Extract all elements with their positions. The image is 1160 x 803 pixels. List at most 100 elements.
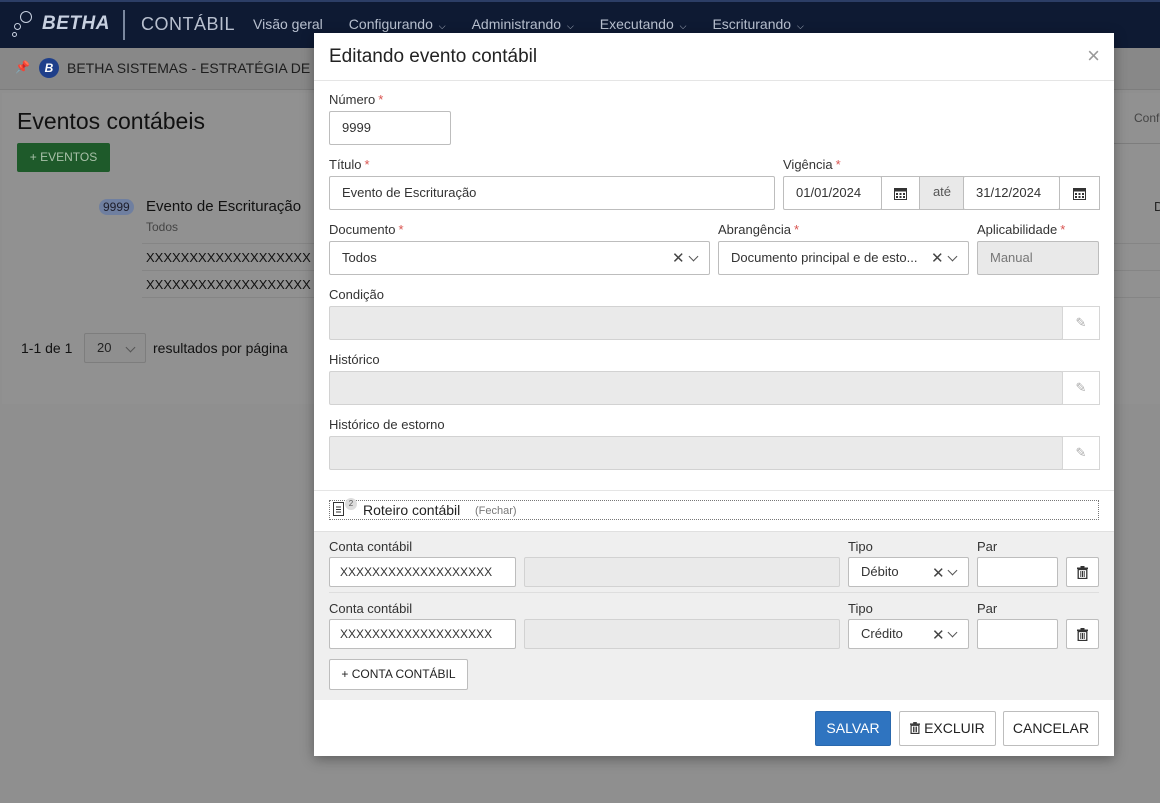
tipo-value: Débito xyxy=(861,564,899,579)
column-value: D xyxy=(1154,199,1160,214)
nav-escriturando[interactable]: Escriturando ⌵ xyxy=(712,16,803,32)
delete-button-label: EXCLUIR xyxy=(924,720,985,736)
delete-button[interactable]: EXCLUIR xyxy=(899,711,996,746)
par-label: Par xyxy=(977,539,998,554)
brand-name: BETHA xyxy=(42,13,110,34)
documento-value: Todos xyxy=(342,250,377,265)
event-subtitle: Todos xyxy=(146,220,179,234)
page-size-value: 20 xyxy=(97,340,112,355)
condicao-label: Condição xyxy=(329,287,384,302)
pencil-icon: ✎ xyxy=(1075,315,1087,330)
chevron-down-icon xyxy=(125,342,136,353)
delete-row-button[interactable] xyxy=(1066,557,1099,587)
add-conta-button[interactable]: + CONTA CONTÁBIL xyxy=(329,659,468,690)
pagination-range: 1-1 de 1 xyxy=(21,340,73,356)
cancel-button[interactable]: CANCELAR xyxy=(1003,711,1099,746)
close-icon[interactable]: × xyxy=(1087,45,1100,67)
chevron-down-icon: ⌵ xyxy=(679,21,687,31)
tipo-value: Crédito xyxy=(861,626,903,641)
nav-visao-geral[interactable]: Visão geral xyxy=(253,16,323,32)
conta-label: Conta contábil xyxy=(329,601,413,616)
clear-icon[interactable]: ✕ xyxy=(932,566,945,581)
nav-administrando[interactable]: Administrando ⌵ xyxy=(472,16,574,32)
roteiro-section-header[interactable]: 2 Roteiro contábil (Fechar) xyxy=(329,498,1099,520)
abrangencia-label: Abrangência * xyxy=(718,222,800,237)
documento-label: Documento * xyxy=(329,222,404,237)
clear-icon[interactable]: ✕ xyxy=(931,251,944,266)
nav-executando[interactable]: Executando ⌵ xyxy=(600,16,687,32)
conta-input[interactable]: XXXXXXXXXXXXXXXXXXX xyxy=(329,557,516,587)
pagination-suffix: resultados por página xyxy=(153,340,288,356)
brand-divider xyxy=(123,10,125,40)
edit-event-modal: Editando evento contábil × Número * 9999 … xyxy=(314,33,1114,756)
roteiro-panel: Conta contábil Tipo Par XXXXXXXXXXXXXXXX… xyxy=(314,531,1114,700)
modal-title: Editando evento contábil xyxy=(329,46,538,67)
chevron-down-icon: ⌵ xyxy=(566,21,574,31)
par-input[interactable] xyxy=(977,557,1058,587)
divider xyxy=(314,490,1114,491)
date-range-separator: até xyxy=(920,176,964,210)
clear-icon[interactable]: ✕ xyxy=(932,628,945,643)
page-title: Eventos contábeis xyxy=(17,108,205,134)
config-tab[interactable]: Conf xyxy=(1134,111,1159,125)
edit-condicao-button[interactable]: ✎ xyxy=(1062,306,1100,340)
vigencia-end-input[interactable]: 31/12/2024 xyxy=(963,176,1060,210)
main-nav: Visão geral Configurando ⌵ Administrando… xyxy=(253,16,830,32)
entity-name[interactable]: BETHA SISTEMAS - ESTRATÉGIA DE PR xyxy=(67,60,334,76)
edit-historico-button[interactable]: ✎ xyxy=(1062,371,1100,405)
abrangencia-value: Documento principal e de esto... xyxy=(731,250,918,265)
vigencia-start-input[interactable]: 01/01/2024 xyxy=(783,176,882,210)
divider xyxy=(329,592,1099,593)
calendar-icon[interactable] xyxy=(881,176,920,210)
brand-logo[interactable]: BETHA xyxy=(12,10,110,38)
condicao-input xyxy=(329,306,1063,340)
trash-icon xyxy=(1077,565,1088,579)
event-account-item: XXXXXXXXXXXXXXXXXXX xyxy=(146,250,311,265)
historico-label: Histórico xyxy=(329,352,380,367)
documento-select[interactable]: Todos xyxy=(329,241,710,275)
clear-icon[interactable]: ✕ xyxy=(672,251,685,266)
historico-estorno-label: Histórico de estorno xyxy=(329,417,445,432)
roteiro-label: Roteiro contábil xyxy=(363,502,461,518)
calendar-icon[interactable] xyxy=(1059,176,1100,210)
titulo-input[interactable]: Evento de Escrituração xyxy=(329,176,775,210)
save-button[interactable]: SALVAR xyxy=(815,711,891,746)
historico-input xyxy=(329,371,1063,405)
event-account-item: XXXXXXXXXXXXXXXXXXX xyxy=(146,277,311,292)
aplicabilidade-label: Aplicabilidade * xyxy=(977,222,1066,237)
modal-header: Editando evento contábil × xyxy=(314,33,1114,81)
entity-avatar: B xyxy=(39,58,59,78)
conta-label: Conta contábil xyxy=(329,539,413,554)
pencil-icon: ✎ xyxy=(1075,445,1087,460)
titulo-label: Título * xyxy=(329,157,370,172)
conta-description xyxy=(524,557,840,587)
add-event-button[interactable]: + EVENTOS xyxy=(17,143,110,172)
numero-label: Número * xyxy=(329,92,384,107)
edit-historico-estorno-button[interactable]: ✎ xyxy=(1062,436,1100,470)
delete-row-button[interactable] xyxy=(1066,619,1099,649)
pin-icon[interactable]: 📌 xyxy=(15,60,30,74)
betha-hexagon-icon xyxy=(12,10,38,38)
trash-icon xyxy=(910,722,921,735)
tipo-label: Tipo xyxy=(848,601,873,616)
app-name: CONTÁBIL xyxy=(141,14,236,34)
par-label: Par xyxy=(977,601,998,616)
pencil-icon: ✎ xyxy=(1075,380,1087,395)
historico-estorno-input xyxy=(329,436,1063,470)
roteiro-toggle-link[interactable]: (Fechar) xyxy=(475,505,517,517)
aplicabilidade-input: Manual xyxy=(977,241,1099,275)
conta-input[interactable]: XXXXXXXXXXXXXXXXXXX xyxy=(329,619,516,649)
event-title[interactable]: Evento de Escrituração xyxy=(146,198,301,215)
page-size-select[interactable]: 20 xyxy=(84,333,146,363)
numero-input[interactable]: 9999 xyxy=(329,111,451,145)
roteiro-count-badge: 2 xyxy=(345,498,357,510)
chevron-down-icon: ⌵ xyxy=(438,21,446,31)
par-input[interactable] xyxy=(977,619,1058,649)
tipo-label: Tipo xyxy=(848,539,873,554)
vigencia-label: Vigência * xyxy=(783,157,841,172)
event-number-badge: 9999 xyxy=(99,199,134,215)
nav-configurando[interactable]: Configurando ⌵ xyxy=(349,16,446,32)
chevron-down-icon: ⌵ xyxy=(796,21,804,31)
divider xyxy=(1112,143,1160,144)
conta-description xyxy=(524,619,840,649)
